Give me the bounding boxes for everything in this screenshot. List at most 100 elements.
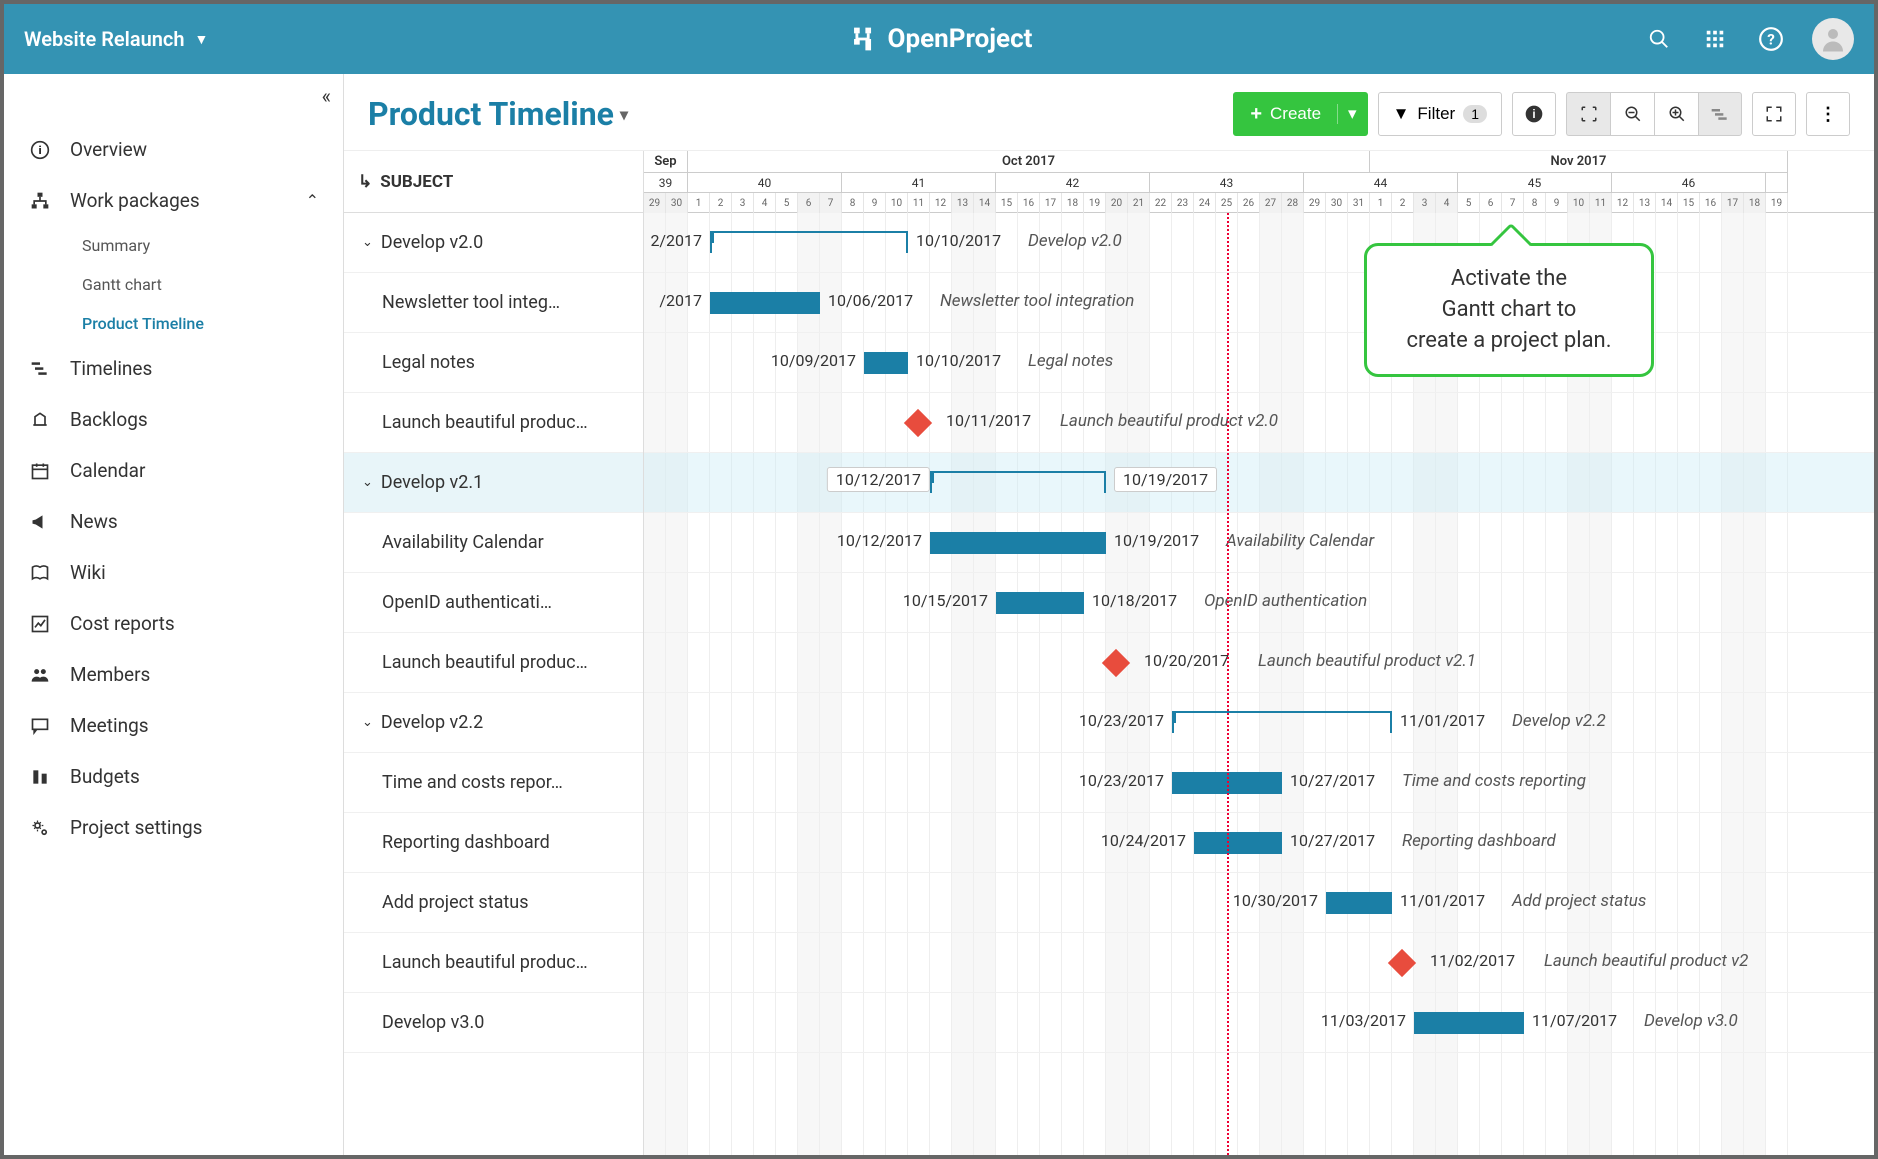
gantt-group-bracket[interactable] [1172,711,1392,733]
user-avatar[interactable] [1812,18,1854,60]
subject-row[interactable]: Launch beautiful produc… [344,933,643,993]
sidebar-item-label: News [70,510,118,533]
subject-row[interactable]: ⌄Develop v2.2 [344,693,643,753]
project-selector[interactable]: Website Relaunch ▼ [24,27,208,51]
gantt-row[interactable]: 2/201710/10/2017Develop v2.0 [644,213,1874,273]
subject-row[interactable]: Develop v3.0 [344,993,643,1053]
sidebar-item-backlogs[interactable]: Backlogs [4,394,343,445]
day-header: 29 [1304,193,1326,213]
day-header: 28 [1282,193,1304,213]
backlog-icon [28,410,52,430]
sidebar-collapse-button[interactable]: « [322,84,331,108]
subject-row[interactable]: ⌄Develop v2.0 [344,213,643,273]
subject-row[interactable]: Launch beautiful produc… [344,633,643,693]
task-label: Launch beautiful product v2 [1544,951,1748,971]
gantt-bar[interactable] [1326,892,1392,914]
gantt-bar[interactable] [1194,832,1282,854]
subject-row[interactable]: Launch beautiful produc… [344,393,643,453]
calendar-icon [28,461,52,481]
gantt-milestone[interactable] [1388,949,1416,977]
sidebar-item-calendar[interactable]: Calendar [4,445,343,496]
sidebar-item-costreports[interactable]: Cost reports [4,598,343,649]
toolbar: Product Timeline ▾ + Create ▾ ▼ Filter 1… [344,74,1874,150]
zoom-in-button[interactable] [1654,92,1698,136]
sidebar-item-timelines[interactable]: Timelines [4,343,343,394]
gantt-group-bracket[interactable] [710,231,908,253]
gantt-bar[interactable] [1414,1012,1524,1034]
gantt-row[interactable]: 10/11/2017Launch beautiful product v2.0 [644,393,1874,453]
help-button[interactable]: ? [1756,24,1786,54]
gantt-milestone[interactable] [904,409,932,437]
sidebar-item-news[interactable]: News [4,496,343,547]
gantt-row[interactable]: 10/09/201710/10/2017Legal notes [644,333,1874,393]
create-button[interactable]: + Create ▾ [1233,92,1367,136]
day-header: 7 [1502,193,1524,213]
filter-button[interactable]: ▼ Filter 1 [1378,92,1502,136]
day-header: 4 [754,193,776,213]
subject-row[interactable]: Time and costs repor… [344,753,643,813]
task-label: Develop v3.0 [1644,1011,1738,1031]
gantt-body[interactable]: 2/201710/10/2017Develop v2.0/201710/06/2… [644,213,1874,1155]
day-header: 14 [974,193,996,213]
gantt-toggle-button[interactable] [1698,92,1742,136]
sidebar-subitem-timeline[interactable]: Product Timeline [4,304,343,343]
gantt-row[interactable]: /201710/06/2017Newsletter tool integrati… [644,273,1874,333]
gantt-row[interactable]: 10/24/201710/27/2017Reporting dashboard [644,813,1874,873]
day-header: 18 [1744,193,1766,213]
sidebar-item-label: Budgets [70,765,140,788]
gantt-row[interactable]: 10/23/201711/01/2017Develop v2.2 [644,693,1874,753]
modules-button[interactable] [1700,24,1730,54]
more-menu-button[interactable]: ⋮ [1806,92,1850,136]
svg-text:i: i [39,144,42,157]
sidebar: « iOverviewWork packages⌃SummaryGantt ch… [4,74,344,1155]
sidebar-item-meetings[interactable]: Meetings [4,700,343,751]
gantt-milestone[interactable] [1102,649,1130,677]
sidebar-item-budgets[interactable]: Budgets [4,751,343,802]
gantt-row[interactable]: 11/02/2017Launch beautiful product v2 [644,933,1874,993]
sidebar-item-wiki[interactable]: Wiki [4,547,343,598]
fullscreen-button[interactable] [1752,92,1796,136]
gantt-row[interactable]: 10/15/201710/18/2017OpenID authenticatio… [644,573,1874,633]
gantt-bar[interactable] [864,352,908,374]
subject-row[interactable]: Legal notes [344,333,643,393]
search-button[interactable] [1644,24,1674,54]
gantt-bar[interactable] [930,532,1106,554]
gantt-row[interactable]: 10/12/201710/19/2017Availability Calenda… [644,513,1874,573]
zoom-out-button[interactable] [1610,92,1654,136]
gantt-row[interactable]: 11/03/201711/07/2017Develop v3.0 [644,993,1874,1053]
task-label: Legal notes [1028,351,1113,371]
gantt-chart[interactable]: SepOct 2017Nov 2017394041424344454629301… [644,151,1874,1155]
day-header: 15 [1678,193,1700,213]
sidebar-item-overview[interactable]: iOverview [4,124,343,175]
month-header: Sep [644,151,688,173]
sidebar-item-members[interactable]: Members [4,649,343,700]
chevron-down-icon: ⌄ [362,475,373,490]
day-header: 10 [886,193,908,213]
gantt-row[interactable]: 10/12/201710/19/2017 [644,453,1874,513]
subject-row[interactable]: Availability Calendar [344,513,643,573]
sidebar-item-workpackages[interactable]: Work packages⌃ [4,175,343,226]
subject-row[interactable]: Newsletter tool integ… [344,273,643,333]
sidebar-subitem-gantt[interactable]: Gantt chart [4,265,343,304]
subject-header[interactable]: ↳ SUBJECT [344,151,643,213]
search-icon [1648,28,1670,50]
subject-row[interactable]: OpenID authenticati… [344,573,643,633]
gantt-bar[interactable] [996,592,1084,614]
subject-row[interactable]: Reporting dashboard [344,813,643,873]
gantt-row[interactable]: 10/30/201711/01/2017Add project status [644,873,1874,933]
sidebar-item-label: Backlogs [70,408,148,431]
gantt-row[interactable]: 10/20/2017Launch beautiful product v2.1 [644,633,1874,693]
zoom-auto-button[interactable] [1566,92,1610,136]
sidebar-subitem-summary[interactable]: Summary [4,226,343,265]
end-date-label: 11/01/2017 [1400,711,1485,730]
subject-row[interactable]: ⌄Develop v2.1 [344,453,643,513]
page-title[interactable]: Product Timeline ▾ [368,95,628,133]
day-header: 22 [1150,193,1172,213]
subject-row[interactable]: Add project status [344,873,643,933]
gantt-bar[interactable] [710,292,820,314]
sidebar-item-settings[interactable]: Project settings [4,802,343,853]
gantt-row[interactable]: 10/23/201710/27/2017Time and costs repor… [644,753,1874,813]
gantt-group-bracket[interactable] [930,471,1106,493]
details-button[interactable]: i [1512,92,1556,136]
start-date-label: 2/2017 [650,231,702,250]
